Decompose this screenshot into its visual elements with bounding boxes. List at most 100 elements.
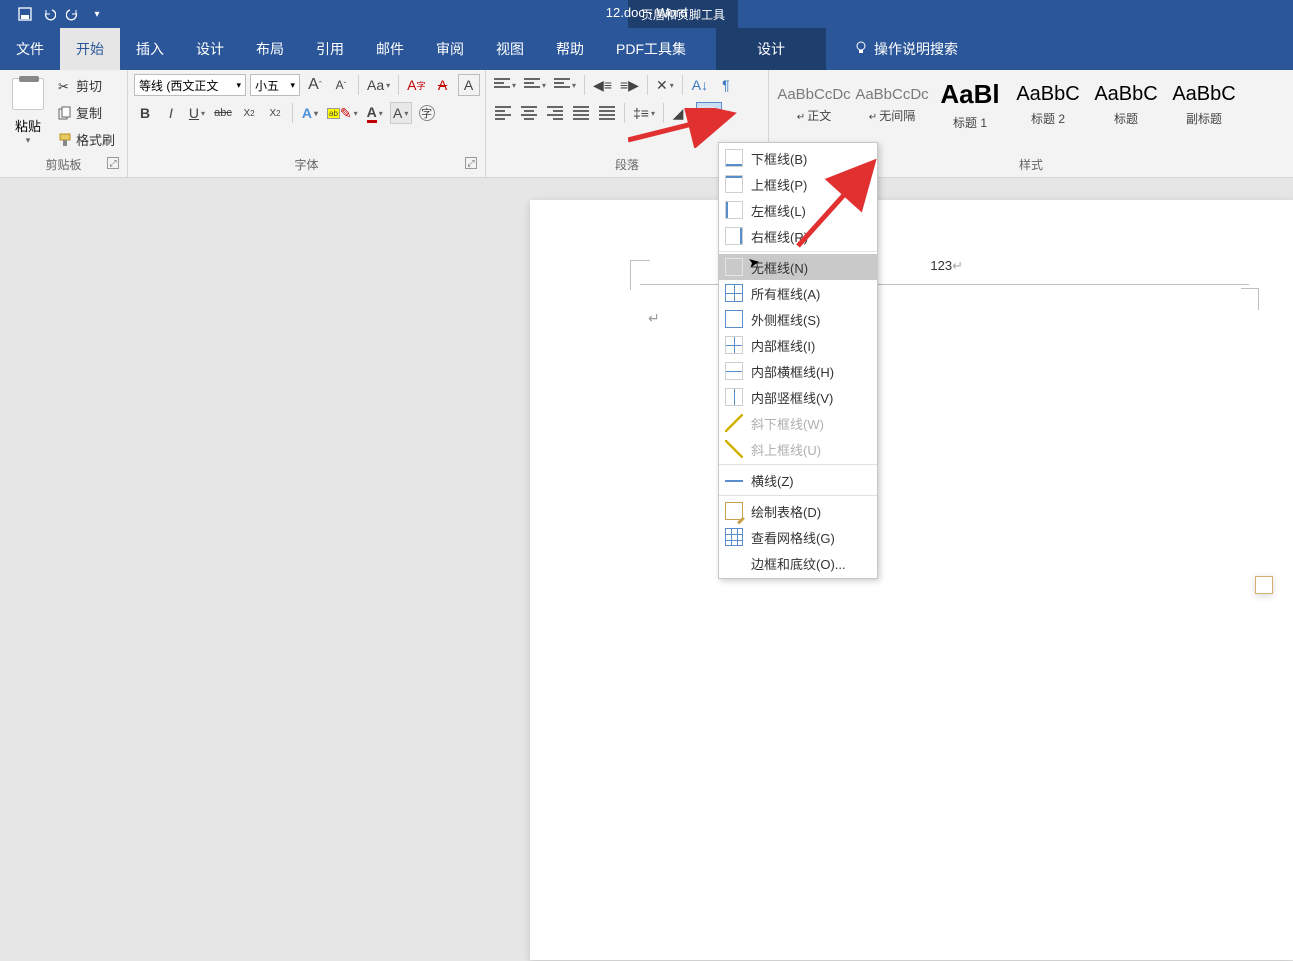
distributed-button[interactable] bbox=[596, 102, 618, 124]
lightbulb-icon bbox=[854, 40, 868, 59]
group-clipboard: 粘贴 ▾ ✂ 剪切 复制 格式刷 剪贴板 ⤢ bbox=[0, 70, 128, 177]
tab-context-design[interactable]: 设计 bbox=[716, 28, 826, 70]
phonetic-guide-button[interactable]: A字 bbox=[405, 74, 427, 96]
font-launcher-icon[interactable]: ⤢ bbox=[465, 157, 477, 169]
tab-layout[interactable]: 布局 bbox=[240, 28, 300, 70]
style-sample: AaBbCcDc bbox=[855, 86, 928, 103]
border-menu-all[interactable]: 所有框线(A) bbox=[719, 280, 877, 306]
align-center-button[interactable] bbox=[518, 102, 540, 124]
style-sample: AaBbC bbox=[1016, 83, 1079, 106]
align-right-button[interactable] bbox=[544, 102, 566, 124]
asian-layout-button[interactable]: ✕▾ bbox=[654, 74, 676, 96]
bullets-button[interactable]: ▾ bbox=[492, 74, 518, 96]
paste-label: 粘贴 bbox=[15, 116, 41, 135]
italic-button[interactable]: I bbox=[160, 102, 182, 124]
border-menu-inside[interactable]: 内部框线(I) bbox=[719, 332, 877, 358]
tab-help[interactable]: 帮助 bbox=[540, 28, 600, 70]
border-menu-label: 边框和底纹(O)... bbox=[751, 554, 846, 573]
copy-icon bbox=[58, 106, 72, 120]
shrink-font-button[interactable]: Aˇ bbox=[330, 74, 352, 96]
style-card-正文[interactable]: AaBbCcDc ↵正文 bbox=[775, 74, 853, 132]
border-menu-label: 绘制表格(D) bbox=[751, 502, 821, 521]
tab-references[interactable]: 引用 bbox=[300, 28, 360, 70]
tab-file[interactable]: 文件 bbox=[0, 28, 60, 70]
tab-view[interactable]: 视图 bbox=[480, 28, 540, 70]
border-grid-icon bbox=[725, 528, 743, 546]
style-card-副标题[interactable]: AaBbC副标题 bbox=[1165, 74, 1243, 132]
border-menu-draw[interactable]: 绘制表格(D) bbox=[719, 498, 877, 524]
border-inh-icon bbox=[725, 362, 743, 380]
style-card-标题 2[interactable]: AaBbC标题 2 bbox=[1009, 74, 1087, 132]
show-paragraph-marks-button[interactable]: ¶ bbox=[715, 74, 737, 96]
paste-button[interactable]: 粘贴 ▾ bbox=[6, 74, 50, 150]
superscript-button[interactable]: X2 bbox=[264, 102, 286, 124]
format-painter-icon bbox=[58, 133, 72, 147]
cut-button[interactable]: ✂ 剪切 bbox=[54, 74, 119, 97]
border-menu-hline[interactable]: 横线(Z) bbox=[719, 467, 877, 493]
character-border-button[interactable]: A bbox=[458, 74, 480, 96]
style-card-标题 1[interactable]: AaBl标题 1 bbox=[931, 74, 1009, 132]
border-menu-label: 斜上框线(U) bbox=[751, 440, 821, 459]
align-justify-button[interactable] bbox=[570, 102, 592, 124]
undo-icon[interactable] bbox=[42, 7, 56, 21]
style-name: 副标题 bbox=[1186, 110, 1222, 127]
increase-indent-button[interactable]: ≡▶ bbox=[618, 74, 641, 96]
align-left-button[interactable] bbox=[492, 102, 514, 124]
header-text[interactable]: 123↵ bbox=[930, 258, 963, 274]
header-margin-marker-right bbox=[1241, 288, 1259, 310]
clear-formatting-button[interactable]: A bbox=[432, 74, 454, 96]
clipboard-launcher-icon[interactable]: ⤢ bbox=[107, 157, 119, 169]
subscript-button[interactable]: X2 bbox=[238, 102, 260, 124]
border-menu-outside[interactable]: 外侧框线(S) bbox=[719, 306, 877, 332]
strikethrough-button[interactable]: abc bbox=[212, 102, 234, 124]
font-color-button[interactable]: A▾ bbox=[364, 102, 386, 124]
save-icon[interactable] bbox=[18, 7, 32, 21]
bold-button[interactable]: B bbox=[134, 102, 156, 124]
tab-design[interactable]: 设计 bbox=[180, 28, 240, 70]
scissors-icon: ✂ bbox=[58, 79, 72, 93]
tell-me-search[interactable]: 操作说明搜索 bbox=[826, 28, 974, 70]
tab-review[interactable]: 审阅 bbox=[420, 28, 480, 70]
border-menu-label: 查看网格线(G) bbox=[751, 528, 835, 547]
tab-pdf[interactable]: PDF工具集 bbox=[600, 28, 702, 70]
border-menu-label: 所有框线(A) bbox=[751, 284, 820, 303]
multilevel-list-button[interactable]: ▾ bbox=[552, 74, 578, 96]
font-size-select[interactable]: 小五▾ bbox=[250, 74, 300, 96]
copy-button[interactable]: 复制 bbox=[54, 101, 119, 124]
numbering-button[interactable]: ▾ bbox=[522, 74, 548, 96]
sort-button[interactable]: A↓ bbox=[689, 74, 711, 96]
quick-access-toolbar: ▾ bbox=[0, 7, 104, 21]
style-sample: AaBbCcDc bbox=[777, 86, 850, 103]
style-name: ↵正文 bbox=[797, 107, 831, 124]
grow-font-button[interactable]: Aˆ bbox=[304, 74, 326, 96]
paste-icon bbox=[12, 78, 44, 110]
decrease-indent-button[interactable]: ◀≡ bbox=[591, 74, 614, 96]
format-painter-button[interactable]: 格式刷 bbox=[54, 128, 119, 151]
border-menu-inv[interactable]: 内部竖框线(V) bbox=[719, 384, 877, 410]
titlebar: ▾ 页眉和页脚工具 12.doc - Word bbox=[0, 0, 1293, 28]
font-name-select[interactable]: 等线 (西文正文▾ bbox=[134, 74, 246, 96]
tab-home[interactable]: 开始 bbox=[60, 28, 120, 70]
qat-customize-icon[interactable]: ▾ bbox=[90, 7, 104, 21]
group-font-label: 字体 ⤢ bbox=[134, 153, 479, 177]
enclose-characters-button[interactable]: 字 bbox=[416, 102, 438, 124]
text-effects-button[interactable]: A▾ bbox=[299, 102, 321, 124]
style-card-无间隔[interactable]: AaBbCcDc↵无间隔 bbox=[853, 74, 931, 132]
redo-icon[interactable] bbox=[66, 7, 80, 21]
border-menu-inh[interactable]: 内部横框线(H) bbox=[719, 358, 877, 384]
style-name: 标题 1 bbox=[953, 114, 987, 131]
border-menu-label: 外侧框线(S) bbox=[751, 310, 820, 329]
underline-button[interactable]: U▾ bbox=[186, 102, 208, 124]
character-shading-button[interactable]: A▾ bbox=[390, 102, 412, 124]
menu-separator bbox=[719, 464, 877, 465]
annotation-arrow-2 bbox=[780, 158, 880, 258]
style-card-标题[interactable]: AaBbC标题 bbox=[1087, 74, 1165, 132]
change-case-button[interactable]: Aa▾ bbox=[365, 74, 392, 96]
border-diagup-icon bbox=[725, 440, 743, 458]
tab-insert[interactable]: 插入 bbox=[120, 28, 180, 70]
tab-mailings[interactable]: 邮件 bbox=[360, 28, 420, 70]
border-menu-grid[interactable]: 查看网格线(G) bbox=[719, 524, 877, 550]
document-page[interactable]: 123↵ ↵ bbox=[530, 200, 1293, 960]
border-menu-page[interactable]: 边框和底纹(O)... bbox=[719, 550, 877, 576]
highlight-button[interactable]: ab✎▾ bbox=[325, 102, 360, 124]
